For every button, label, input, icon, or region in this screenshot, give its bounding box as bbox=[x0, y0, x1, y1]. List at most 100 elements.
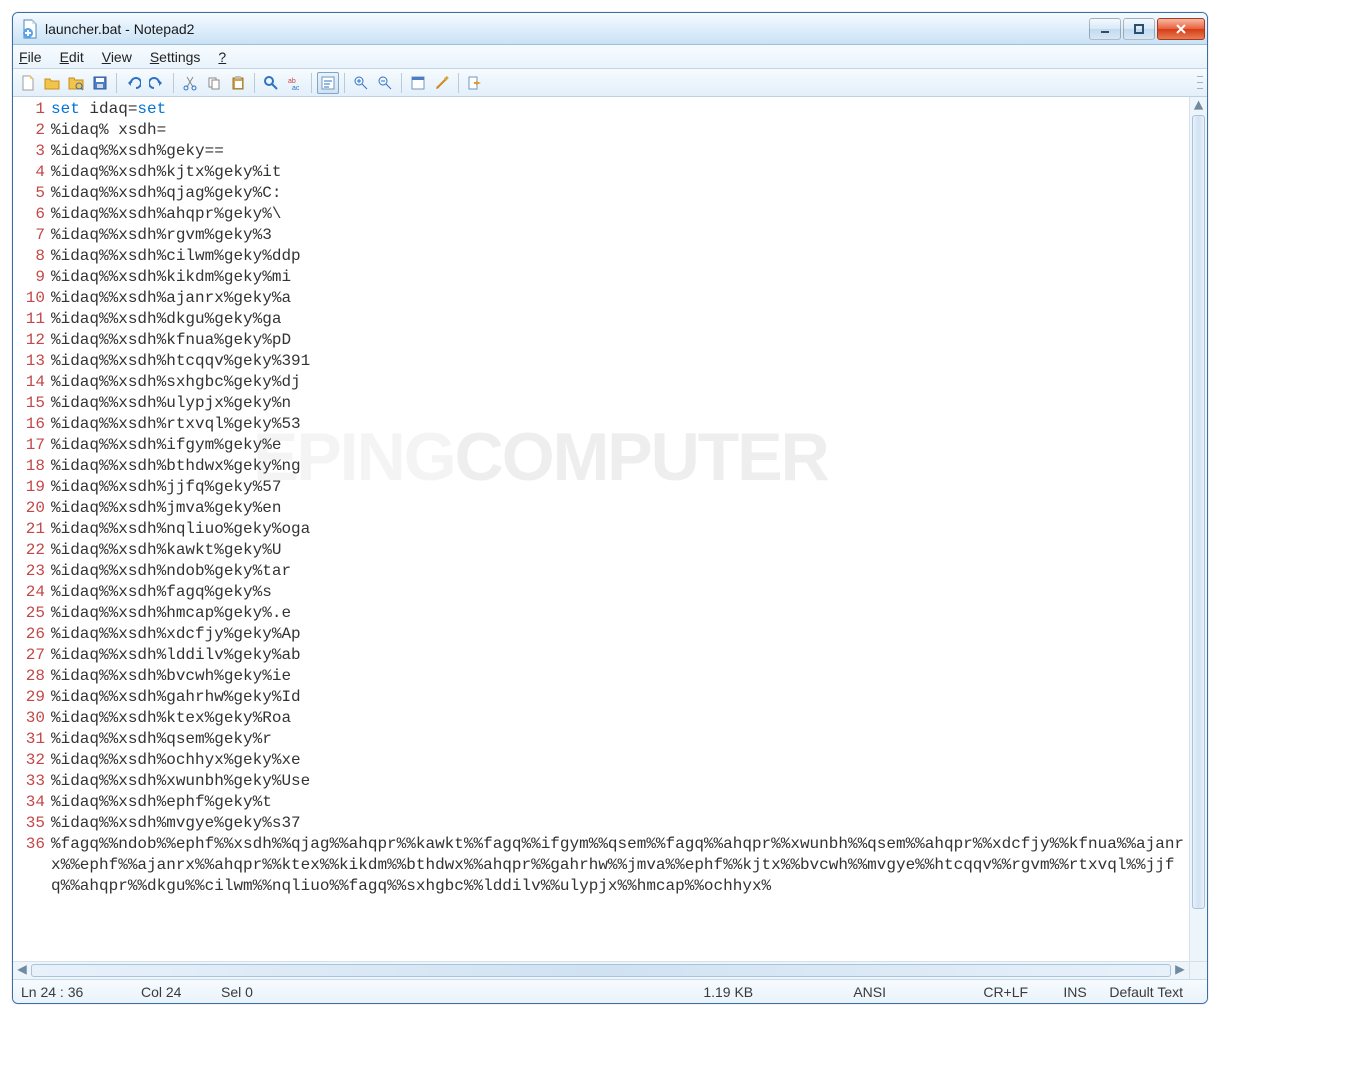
undo-icon[interactable] bbox=[122, 72, 144, 94]
scroll-thumb[interactable] bbox=[31, 964, 1171, 977]
code-line: 17%idaq%%xsdh%ifgym%geky%e bbox=[13, 435, 1207, 456]
code-text[interactable]: %idaq%%xsdh%gahrhw%geky%Id bbox=[49, 687, 1207, 708]
line-number: 24 bbox=[13, 582, 49, 603]
redo-icon[interactable] bbox=[146, 72, 168, 94]
zoom-in-icon[interactable] bbox=[350, 72, 372, 94]
close-button[interactable] bbox=[1157, 18, 1205, 40]
maximize-button[interactable] bbox=[1123, 18, 1155, 40]
code-text[interactable]: %idaq%%xsdh%ktex%geky%Roa bbox=[49, 708, 1207, 729]
code-text[interactable]: %idaq%%xsdh%rtxvql%geky%53 bbox=[49, 414, 1207, 435]
menu-view[interactable]: View bbox=[102, 49, 132, 65]
code-line: 18%idaq%%xsdh%bthdwx%geky%ng bbox=[13, 456, 1207, 477]
status-filesize: 1.19 KB bbox=[703, 984, 843, 1000]
code-line: 32%idaq%%xsdh%ochhyx%geky%xe bbox=[13, 750, 1207, 771]
status-ins: INS bbox=[1063, 984, 1099, 1000]
customize-icon[interactable] bbox=[431, 72, 453, 94]
code-text[interactable]: %idaq%%xsdh%kikdm%geky%mi bbox=[49, 267, 1207, 288]
menu-edit[interactable]: Edit bbox=[60, 49, 84, 65]
code-text[interactable]: %idaq%%xsdh%dkgu%geky%ga bbox=[49, 309, 1207, 330]
app-icon bbox=[21, 20, 39, 38]
horizontal-scrollbar[interactable]: ◀ ▶ bbox=[13, 961, 1189, 979]
scroll-left-icon[interactable]: ◀ bbox=[13, 962, 31, 979]
code-text[interactable]: %idaq%%xsdh%nqliuo%geky%oga bbox=[49, 519, 1207, 540]
code-text[interactable]: %idaq%%xsdh%ephf%geky%t bbox=[49, 792, 1207, 813]
code-text[interactable]: %idaq%%xsdh%sxhgbc%geky%dj bbox=[49, 372, 1207, 393]
code-text[interactable]: set idaq=set bbox=[49, 99, 1207, 120]
code-line: 20%idaq%%xsdh%jmva%geky%en bbox=[13, 498, 1207, 519]
paste-icon[interactable] bbox=[227, 72, 249, 94]
code-line: 7%idaq%%xsdh%rgvm%geky%3 bbox=[13, 225, 1207, 246]
zoom-out-icon[interactable] bbox=[374, 72, 396, 94]
code-text[interactable]: %idaq%%xsdh%htcqqv%geky%391 bbox=[49, 351, 1207, 372]
code-text[interactable]: %idaq%%xsdh%mvgye%geky%s37 bbox=[49, 813, 1207, 834]
code-text[interactable]: %idaq%%xsdh%hmcap%geky%.e bbox=[49, 603, 1207, 624]
new-file-icon[interactable] bbox=[17, 72, 39, 94]
code-text[interactable]: %idaq%%xsdh%bthdwx%geky%ng bbox=[49, 456, 1207, 477]
code-text[interactable]: %idaq%%xsdh%cilwm%geky%ddp bbox=[49, 246, 1207, 267]
scroll-thumb[interactable] bbox=[1192, 115, 1205, 909]
exit-icon[interactable] bbox=[464, 72, 486, 94]
code-line: 35%idaq%%xsdh%mvgye%geky%s37 bbox=[13, 813, 1207, 834]
line-number: 16 bbox=[13, 414, 49, 435]
replace-icon[interactable]: abac bbox=[284, 72, 306, 94]
code-line: 31%idaq%%xsdh%qsem%geky%r bbox=[13, 729, 1207, 750]
code-text[interactable]: %idaq%%xsdh%fagq%geky%s bbox=[49, 582, 1207, 603]
titlebar[interactable]: launcher.bat - Notepad2 bbox=[13, 13, 1207, 45]
code-text[interactable]: %idaq%%xsdh%kjtx%geky%it bbox=[49, 162, 1207, 183]
code-line: 8%idaq%%xsdh%cilwm%geky%ddp bbox=[13, 246, 1207, 267]
code-text[interactable]: %idaq%%xsdh%ahqpr%geky%\ bbox=[49, 204, 1207, 225]
code-line: 34%idaq%%xsdh%ephf%geky%t bbox=[13, 792, 1207, 813]
line-number: 8 bbox=[13, 246, 49, 267]
toolbar-separator bbox=[173, 73, 174, 93]
toolbar-separator bbox=[116, 73, 117, 93]
save-icon[interactable] bbox=[89, 72, 111, 94]
menu-help[interactable]: ? bbox=[218, 49, 226, 65]
code-text[interactable]: %idaq%%xsdh%ndob%geky%tar bbox=[49, 561, 1207, 582]
code-text[interactable]: %idaq%%xsdh%jjfq%geky%57 bbox=[49, 477, 1207, 498]
code-text[interactable]: %idaq%%xsdh%kfnua%geky%pD bbox=[49, 330, 1207, 351]
scroll-right-icon[interactable]: ▶ bbox=[1171, 962, 1189, 979]
code-line: 12%idaq%%xsdh%kfnua%geky%pD bbox=[13, 330, 1207, 351]
app-window: launcher.bat - Notepad2 File Edit View S… bbox=[12, 12, 1208, 1004]
code-text[interactable]: %idaq%%xsdh%bvcwh%geky%ie bbox=[49, 666, 1207, 687]
code-text[interactable]: %idaq%%xsdh%geky== bbox=[49, 141, 1207, 162]
cut-icon[interactable] bbox=[179, 72, 201, 94]
code-text[interactable]: %idaq%%xsdh%kawkt%geky%U bbox=[49, 540, 1207, 561]
code-line: 19%idaq%%xsdh%jjfq%geky%57 bbox=[13, 477, 1207, 498]
code-text[interactable]: %idaq% xsdh= bbox=[49, 120, 1207, 141]
menu-settings[interactable]: Settings bbox=[150, 49, 201, 65]
code-text[interactable]: %idaq%%xsdh%qsem%geky%r bbox=[49, 729, 1207, 750]
open-icon[interactable] bbox=[41, 72, 63, 94]
line-number: 9 bbox=[13, 267, 49, 288]
find-icon[interactable] bbox=[260, 72, 282, 94]
code-text[interactable]: %idaq%%xsdh%lddilv%geky%ab bbox=[49, 645, 1207, 666]
copy-icon[interactable] bbox=[203, 72, 225, 94]
scheme-icon[interactable] bbox=[407, 72, 429, 94]
code-text[interactable]: %idaq%%xsdh%ajanrx%geky%a bbox=[49, 288, 1207, 309]
minimize-button[interactable] bbox=[1089, 18, 1121, 40]
editor-area[interactable]: EPINGCOMPUTER 1set idaq=set2%idaq% xsdh=… bbox=[13, 97, 1207, 979]
code-text[interactable]: %idaq%%xsdh%ifgym%geky%e bbox=[49, 435, 1207, 456]
line-number: 35 bbox=[13, 813, 49, 834]
code-line: 16%idaq%%xsdh%rtxvql%geky%53 bbox=[13, 414, 1207, 435]
code-text[interactable]: %idaq%%xsdh%jmva%geky%en bbox=[49, 498, 1207, 519]
explorer-icon[interactable] bbox=[65, 72, 87, 94]
code-text[interactable]: %idaq%%xsdh%qjag%geky%C: bbox=[49, 183, 1207, 204]
code-text[interactable]: %idaq%%xsdh%ulypjx%geky%n bbox=[49, 393, 1207, 414]
code-line: 30%idaq%%xsdh%ktex%geky%Roa bbox=[13, 708, 1207, 729]
code-line: 14%idaq%%xsdh%sxhgbc%geky%dj bbox=[13, 372, 1207, 393]
code-text[interactable]: %idaq%%xsdh%rgvm%geky%3 bbox=[49, 225, 1207, 246]
menu-file[interactable]: File bbox=[19, 49, 42, 65]
code-text[interactable]: %idaq%%xsdh%xdcfjy%geky%Ap bbox=[49, 624, 1207, 645]
scroll-up-icon[interactable]: ▲ bbox=[1190, 97, 1207, 115]
code-line: 36%fagq%%ndob%%ephf%%xsdh%%qjag%%ahqpr%%… bbox=[13, 834, 1207, 897]
wordwrap-icon[interactable] bbox=[317, 72, 339, 94]
vertical-scrollbar[interactable]: ▲ ▼ bbox=[1189, 97, 1207, 979]
status-line-col: Ln 24 : 36 bbox=[21, 984, 131, 1000]
line-number: 15 bbox=[13, 393, 49, 414]
code-text[interactable]: %fagq%%ndob%%ephf%%xsdh%%qjag%%ahqpr%%ka… bbox=[49, 834, 1207, 897]
code-text[interactable]: %idaq%%xsdh%ochhyx%geky%xe bbox=[49, 750, 1207, 771]
code-text[interactable]: %idaq%%xsdh%xwunbh%geky%Use bbox=[49, 771, 1207, 792]
code-line: 3%idaq%%xsdh%geky== bbox=[13, 141, 1207, 162]
line-number: 2 bbox=[13, 120, 49, 141]
